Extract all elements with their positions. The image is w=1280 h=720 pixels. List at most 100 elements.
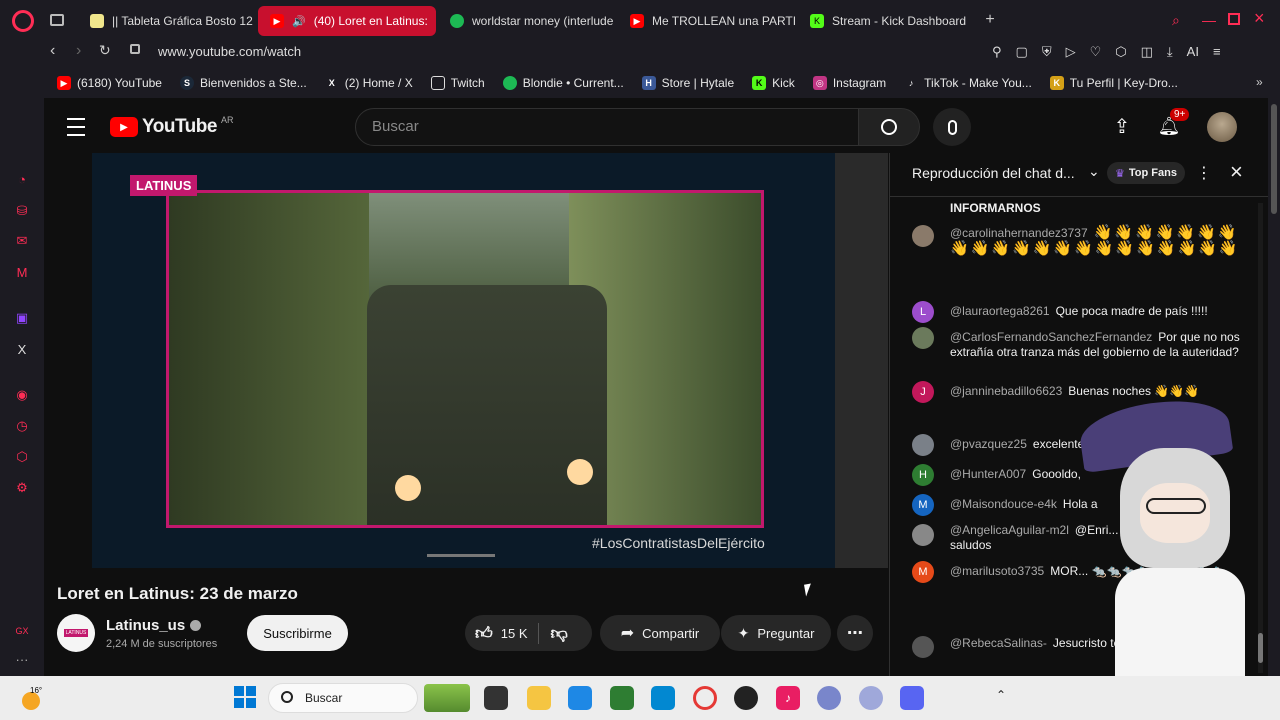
speaker-icon[interactable]: 🔊	[292, 15, 306, 28]
reload-icon[interactable]: ↻	[99, 42, 111, 59]
file-explorer-icon[interactable]	[527, 686, 551, 710]
wallet-icon[interactable]: ◫	[1141, 44, 1153, 60]
new-tab-icon[interactable]: +	[982, 12, 998, 28]
chat-avatar[interactable]	[912, 434, 934, 456]
photos-icon[interactable]	[651, 686, 675, 710]
opera-gx-taskbar-icon[interactable]	[693, 686, 717, 710]
progress-bar[interactable]	[427, 554, 495, 557]
subscribe-button[interactable]: Suscribirme	[247, 615, 348, 651]
message-author[interactable]: @Maisondouce-e4k	[950, 497, 1057, 511]
app-icon-1[interactable]	[817, 686, 841, 710]
snapshot-icon[interactable]: ▢	[1016, 44, 1028, 60]
twitch-sidebar-icon[interactable]: ▣	[13, 309, 31, 327]
message-author[interactable]: @HunterA007	[950, 467, 1026, 481]
bookmark-steam[interactable]: S Bienvenidos a Ste...	[171, 76, 316, 90]
account-avatar[interactable]	[1207, 112, 1237, 142]
history-icon[interactable]: ◷	[13, 417, 31, 435]
bookmark-x[interactable]: X (2) Home / X	[316, 76, 422, 90]
minimize-icon[interactable]: —	[1202, 12, 1216, 28]
tab-search-icon[interactable]: ⌕	[1172, 12, 1180, 29]
music-icon[interactable]: M	[13, 263, 31, 281]
chat-avatar[interactable]	[912, 524, 934, 546]
play-icon[interactable]: ▷	[1066, 44, 1076, 60]
app-icon-2[interactable]	[859, 686, 883, 710]
like-button[interactable]: 👍︎ 15 K	[475, 622, 539, 644]
message-author[interactable]: @CarlosFernandoSanchezFernandez	[950, 330, 1152, 344]
message-author[interactable]: @lauraortega8261	[950, 304, 1050, 318]
message-author[interactable]: @janninebadillo6623	[950, 384, 1062, 398]
search-input[interactable]: Buscar	[372, 118, 419, 135]
aria-icon[interactable]: ◔	[13, 170, 31, 188]
chat-avatar[interactable]: H	[912, 464, 934, 486]
weather-widget[interactable]: 16°	[20, 684, 48, 712]
player-icon[interactable]: ◉	[13, 386, 31, 404]
x-sidebar-icon[interactable]: X	[13, 340, 31, 358]
crypto-wallet-icon[interactable]: ⛁	[13, 202, 31, 220]
close-window-icon[interactable]: ×	[1254, 8, 1265, 29]
settings-icon[interactable]: ⚙	[13, 479, 31, 497]
chat-avatar[interactable]	[912, 327, 934, 349]
chat-title[interactable]: Reproducción del chat d...	[912, 165, 1075, 181]
search-box[interactable]: Buscar	[355, 108, 859, 146]
taskbar-search-input[interactable]: Buscar	[305, 691, 342, 705]
easy-setup-icon[interactable]: ≡	[1213, 44, 1221, 60]
chat-avatar[interactable]: J	[912, 381, 934, 403]
bookmark-spotify[interactable]: Blondie • Current...	[494, 76, 633, 90]
chat-avatar[interactable]	[912, 225, 934, 247]
browser-tab-4[interactable]: K Stream - Kick Dashboard	[798, 6, 976, 36]
obs-icon[interactable]	[734, 686, 758, 710]
microsoft-store-icon[interactable]	[568, 686, 592, 710]
minecraft-icon[interactable]	[610, 686, 634, 710]
tray-chevron-icon[interactable]: ⌃	[996, 688, 1006, 702]
maximize-icon[interactable]	[1228, 13, 1240, 25]
channel-avatar[interactable]: LATINUS	[57, 614, 95, 652]
browser-tab-3[interactable]: ▶ Me TROLLEAN una PARTI	[618, 6, 796, 36]
message-author[interactable]: @RebecaSalinas-	[950, 636, 1047, 650]
bookmark-kick[interactable]: K Kick	[743, 76, 804, 90]
menu-icon[interactable]	[64, 118, 88, 136]
heart-icon[interactable]: ♡	[1090, 44, 1102, 60]
extensions-sidebar-icon[interactable]: ⬡	[13, 448, 31, 466]
tiktok-live-icon[interactable]: ♪	[776, 686, 800, 710]
bookmark-instagram[interactable]: ◎ Instagram	[804, 76, 895, 90]
opera-logo-icon[interactable]	[12, 10, 34, 32]
message-author[interactable]: @carolinahernandez3737	[950, 226, 1088, 240]
start-button[interactable]	[234, 686, 256, 708]
bookmarks-more-icon[interactable]: »	[1256, 75, 1263, 89]
page-scrollbar[interactable]	[1268, 98, 1280, 676]
pin-icon[interactable]: ⚲	[992, 44, 1002, 60]
gx-icon[interactable]: GX	[13, 622, 31, 640]
back-icon[interactable]: ‹	[50, 42, 55, 60]
taskbar-search[interactable]: Buscar	[268, 683, 418, 713]
bookmark-twitch[interactable]: Twitch	[422, 76, 494, 90]
discord-icon[interactable]	[900, 686, 924, 710]
search-button[interactable]	[858, 108, 920, 146]
shield-icon[interactable]: ⛨	[1042, 44, 1052, 60]
video-player[interactable]: LATINUS #LosContratistasDelEjército	[92, 153, 835, 568]
chat-avatar[interactable]: L	[912, 301, 934, 323]
notifications-button[interactable]: 🔔︎ 9+	[1156, 108, 1190, 138]
chat-close-icon[interactable]: ×	[1230, 159, 1243, 185]
url-field[interactable]: www.youtube.com/watch	[158, 44, 301, 59]
extensions-icon[interactable]: ⬡	[1115, 44, 1126, 60]
task-view-icon[interactable]	[484, 686, 508, 710]
channel-name[interactable]: Latinus_us	[106, 617, 202, 634]
voice-search-button[interactable]	[933, 108, 971, 146]
bookmark-youtube[interactable]: ▶ (6180) YouTube	[48, 76, 171, 90]
dislike-button[interactable]: 👎︎	[539, 623, 568, 644]
message-author[interactable]: @marilusoto3735	[950, 564, 1044, 578]
message-author[interactable]: @AngelicaAguilar-m2l	[950, 523, 1069, 537]
tab-overview-icon[interactable]	[50, 14, 64, 26]
create-button[interactable]: ⇪	[1110, 114, 1134, 138]
bookmark-tiktok[interactable]: ♪ TikTok - Make You...	[895, 76, 1041, 90]
top-fans-chip[interactable]: ♛ Top Fans	[1107, 162, 1185, 184]
more-actions-button[interactable]: ⋯	[837, 615, 873, 651]
aria-ai-button[interactable]: AI	[1187, 44, 1199, 60]
share-button[interactable]: ➦ Compartir	[600, 615, 720, 651]
bookmark-keydrop[interactable]: K Tu Perfil | Key-Dro...	[1041, 76, 1187, 90]
search-highlight-icon[interactable]	[424, 684, 470, 712]
browser-tab-0[interactable]: || Tableta Gráfica Bosto 12	[78, 6, 256, 36]
chat-avatar[interactable]: M	[912, 561, 934, 583]
chat-more-icon[interactable]: ⋮	[1196, 163, 1212, 183]
message-author[interactable]: @pvazquez25	[950, 437, 1027, 451]
